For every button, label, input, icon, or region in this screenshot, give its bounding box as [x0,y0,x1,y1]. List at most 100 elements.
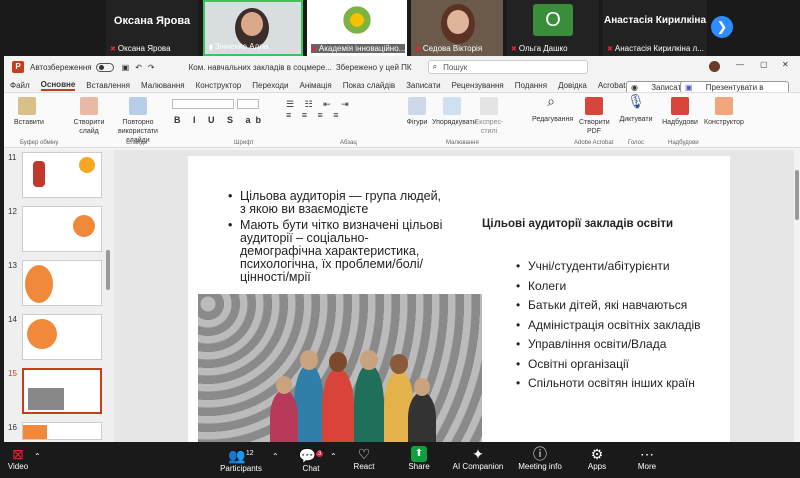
participant-gallery: Оксана Ярова ✖ Оксана Ярова ▮ Зінченко Алл… [0,0,800,56]
teams-icon: ▣ [685,83,693,92]
saved-status[interactable]: Збережено у цей ПК [336,63,412,72]
minimize-icon[interactable]: — [736,60,744,69]
editing-button[interactable]: ⌕ Редагування [532,93,573,124]
participant-tile[interactable]: О ✖ Ольга Дашко [507,0,599,56]
tab-review[interactable]: Рецензування [452,81,504,90]
slide-thumbnail-selected[interactable] [22,368,102,414]
apps-button[interactable]: ⚙ Apps [584,446,610,471]
pdf-icon [585,97,603,115]
thumbnails-scrollbar[interactable] [106,250,110,290]
ribbon: Вставити Буфер обміну Створити слайд Пов… [4,92,800,148]
create-pdf-button[interactable]: Створити PDF [579,97,610,136]
bullet-item: Цільова аудиторія — група людей, з якою … [228,190,448,216]
video-off-icon: ⊠ [12,446,24,462]
user-avatar[interactable] [709,61,720,72]
font-format-buttons[interactable]: B I U S ab [174,115,266,125]
right-bullet-list: Учні/студенти/абітурієнти Колеги Батьки … [516,260,716,397]
react-button[interactable]: ♡ React [350,446,378,471]
ai-companion-button[interactable]: ✦ AI Companion [452,446,504,471]
more-button[interactable]: ⋯ More [634,446,660,471]
gallery-next-button[interactable]: ❯ [711,16,733,38]
addins-button[interactable]: Надбудови [662,97,698,127]
share-button[interactable]: ⬆ Share [404,446,434,471]
muted-mic-icon: ✖ [311,46,317,53]
tab-design[interactable]: Конструктор [196,81,242,90]
chat-options-caret[interactable]: ⌃ [330,452,337,461]
new-slide-icon [80,97,98,115]
tab-help[interactable]: Довідка [558,81,587,90]
participant-tile[interactable]: Анастасія Кирилкіна ✖ Анастасія Кирилкіна… [603,0,707,56]
participants-options-caret[interactable]: ⌃ [272,452,279,461]
maximize-icon[interactable]: ▢ [760,60,768,69]
participant-tile[interactable]: ✖ Седова Вікторія [411,0,503,56]
slide-thumbnail[interactable] [22,152,102,198]
bullet-item: Спільноти освітян інших країн [516,377,716,390]
mic-icon: ▮ [209,44,213,51]
powerpoint-logo-icon: P [12,61,24,73]
participant-tile[interactable]: ✖ Академія інноваційно... [307,0,407,56]
video-options-caret[interactable]: ⌃ [34,452,41,461]
reuse-slides-button[interactable]: Повторно використати слайди [110,97,166,145]
undo-icon[interactable]: ↶ [135,63,142,72]
tab-insert[interactable]: Вставлення [86,81,130,90]
slide-scrollbar[interactable] [794,150,800,442]
search-input[interactable]: ⌕ Пошук [427,60,588,74]
info-icon: ⓘ [533,446,547,462]
tab-home[interactable]: Основне [40,80,76,91]
tab-file[interactable]: Файл [10,81,30,90]
title-bar: P Автозбереження ▣ ↶ ↷ Ком. навчальних з… [4,56,800,78]
slide-thumbnail[interactable] [22,422,102,440]
participants-button[interactable]: 👥12 Participants [218,446,264,473]
tab-draw[interactable]: Малювання [141,81,185,90]
tab-record[interactable]: Записати [406,81,441,90]
addins-icon [671,97,689,115]
bullet-item: Мають бути чітко визначені цільові аудит… [228,219,448,284]
quick-styles-button[interactable]: Експрес-стилі [474,97,504,136]
tab-view[interactable]: Подання [515,81,547,90]
meeting-info-button[interactable]: ⓘ Meeting info [514,446,566,471]
paste-button[interactable]: Вставити [14,97,44,127]
ribbon-tabs: Файл Основне Вставлення Малювання Констр… [4,78,800,103]
chat-button[interactable]: 💬 3 Chat [296,446,326,473]
bullet-item: Управління освіти/Влада [516,338,716,351]
participant-tile[interactable]: Оксана Ярова ✖ Оксана Ярова [106,0,198,56]
bullet-item: Освітні організації [516,357,716,371]
quick-styles-icon [480,97,498,115]
video-button[interactable]: ⊠ Video [4,446,32,471]
left-bullet-list: Цільова аудиторія — група людей, з якою … [228,190,448,287]
magnifier-icon: ⌕ [547,93,555,109]
dictate-button[interactable]: 🎙 Диктувати [616,94,656,124]
arrange-button[interactable]: Упорядкувати [432,97,477,127]
apps-icon: ⚙ [590,446,604,462]
participants-icon: 👥12 [228,447,254,464]
tab-acrobat[interactable]: Acrobat [598,81,626,90]
designer-button[interactable]: Конструктор [704,97,744,127]
bullet-item: Учні/студенти/абітурієнти [516,260,716,273]
close-icon[interactable]: ✕ [782,60,789,69]
slide-thumbnail[interactable] [22,260,102,306]
tab-animations[interactable]: Анімація [300,81,332,90]
redo-icon[interactable]: ↷ [148,63,155,72]
shapes-button[interactable]: Фігури [404,97,430,127]
more-icon: ⋯ [640,446,654,462]
save-icon[interactable]: ▣ [122,63,130,72]
autosave-toggle[interactable] [95,62,114,72]
sparkle-icon: ✦ [472,446,484,462]
slide-thumbnail[interactable] [22,206,102,252]
reuse-slides-icon [129,97,147,115]
right-heading: Цільові аудиторії закладів освіти [482,218,674,230]
search-icon: ⌕ [432,62,438,71]
muted-mic-icon: ✖ [110,46,116,53]
new-slide-button[interactable]: Створити слайд [72,97,106,136]
font-size-select[interactable] [237,99,259,109]
bullet-item: Батьки дітей, які навчаються [516,299,716,312]
slide-canvas[interactable]: Цільова аудиторія — група людей, з якою … [188,156,730,442]
tab-slideshow[interactable]: Показ слайдів [343,81,395,90]
slide-thumbnail[interactable] [22,314,102,360]
font-name-select[interactable] [172,99,234,109]
tab-transitions[interactable]: Переходи [252,81,288,90]
avatar: О [533,4,573,36]
paragraph-buttons[interactable]: ☰ ☷ ⇤ ⇥ ≡ ≡ ≡ ≡ [286,99,353,120]
academy-logo [341,4,373,36]
participant-tile-active-speaker[interactable]: ▮ Зінченко Алла [203,0,303,56]
